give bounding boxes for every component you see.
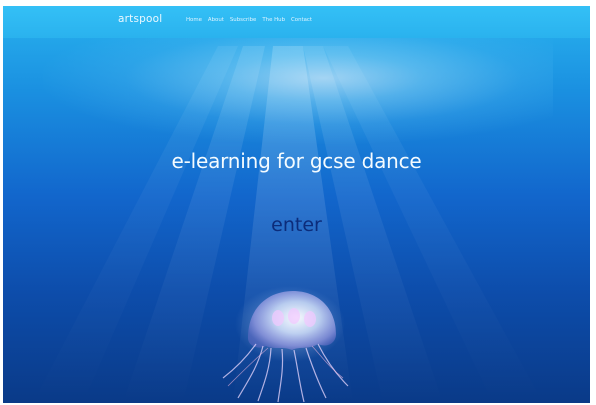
brand-logo[interactable]: artspool <box>118 13 162 25</box>
hero-headline: e-learning for gcse dance <box>171 149 422 173</box>
nav-item-contact[interactable]: Contact <box>291 17 312 23</box>
nav-item-about[interactable]: About <box>208 17 224 23</box>
water-surface-glow <box>43 34 553 144</box>
nav-menu: Home About Subscribe The Hub Contact <box>186 17 312 23</box>
nav-item-home[interactable]: Home <box>186 17 202 23</box>
enter-link[interactable]: enter <box>3 214 590 236</box>
top-navbar: artspool Home About Subscribe The Hub Co… <box>3 6 590 38</box>
nav-item-subscribe[interactable]: Subscribe <box>230 17 257 23</box>
page-frame: artspool Home About Subscribe The Hub Co… <box>3 6 590 403</box>
nav-item-the-hub[interactable]: The Hub <box>262 17 285 23</box>
jellyfish-image <box>222 286 349 403</box>
